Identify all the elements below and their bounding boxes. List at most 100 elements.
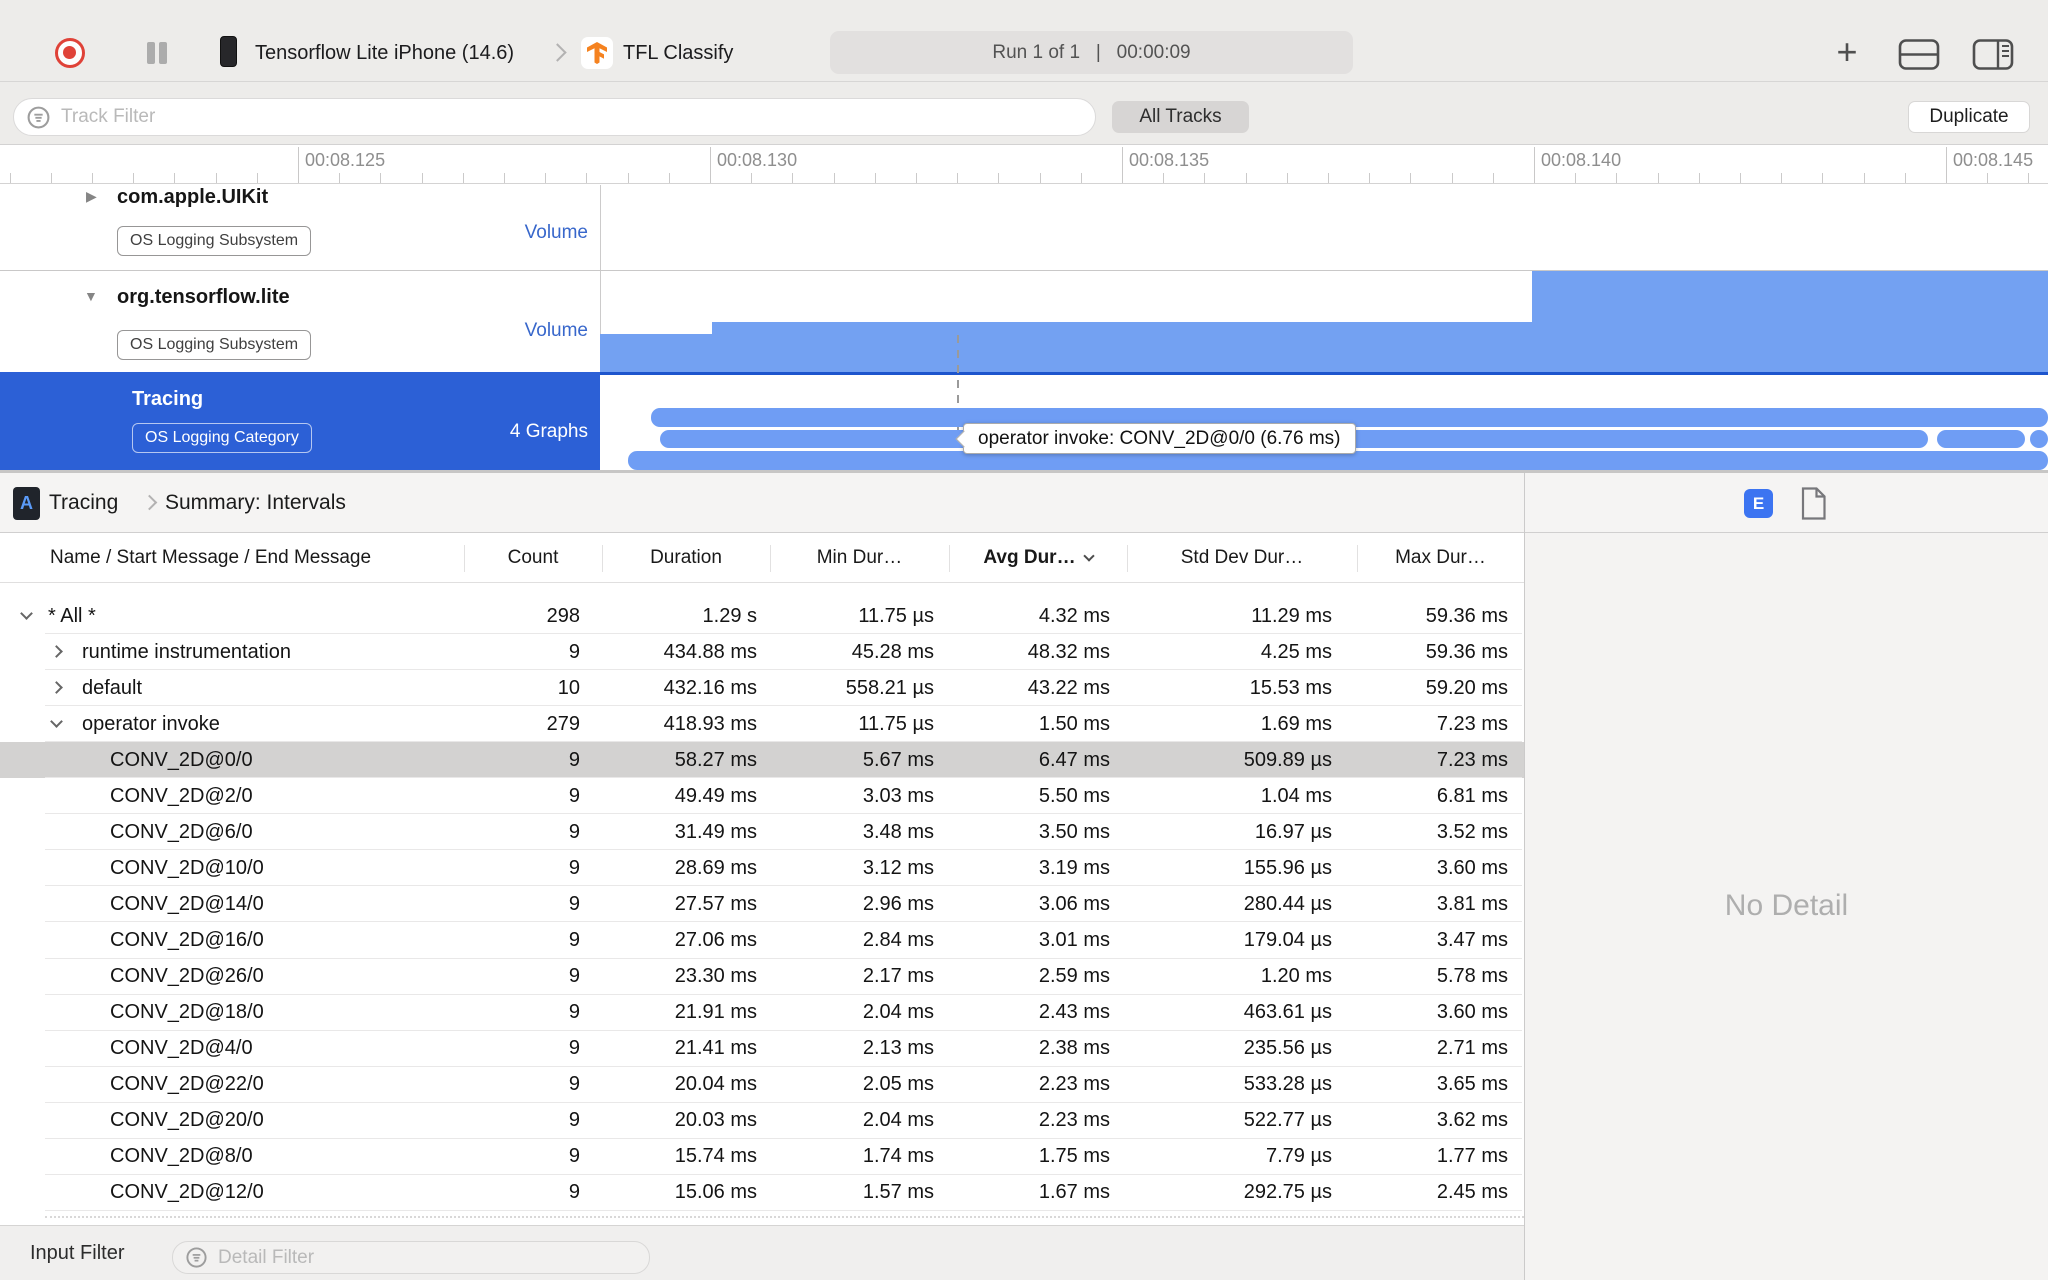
track-row-uikit[interactable]: ▶ com.apple.UIKit OS Logging Subsystem V… (0, 185, 2048, 270)
process-selector[interactable]: TFL Classify (623, 42, 733, 65)
table-row[interactable]: CONV_2D@6/0 9 31.49 ms 3.48 ms 3.50 ms 16.97 … (0, 814, 1524, 851)
input-filter-label[interactable]: Input Filter (30, 1242, 124, 1265)
volume-area-segment[interactable] (1532, 271, 2048, 372)
table-row[interactable]: CONV_2D@12/0 9 15.06 ms 1.57 ms 1.67 ms 292.7… (0, 1175, 1524, 1211)
table-row[interactable]: default 10 432.16 ms 558.21 µs 43.22 ms 15.53… (0, 670, 1524, 707)
row-duration-cell: 21.41 ms (674, 1037, 757, 1060)
timeline-ruler[interactable]: 00:08.125 00:08.130 00:08.135 00:08.140 00:0… (0, 144, 2048, 184)
disclosure-expanded-icon[interactable]: ▼ (84, 288, 98, 304)
table-row[interactable]: * All * 298 1.29 s 11.75 µs 4.32 ms 11.29 ms 5… (0, 598, 1524, 634)
toggle-right-pane-icon[interactable] (1970, 37, 2016, 71)
row-min-cell: 5.67 ms (862, 748, 934, 771)
track-badge: OS Logging Subsystem (117, 330, 312, 360)
table-row[interactable]: CONV_2D@8/0 9 15.74 ms 1.74 ms 1.75 ms 7.79 µ… (0, 1139, 1524, 1175)
column-header-avg[interactable]: Avg Dur… (949, 533, 1127, 583)
track-badge: OS Logging Category (132, 423, 312, 453)
volume-area-segment[interactable] (712, 322, 1532, 372)
pause-icon[interactable] (147, 42, 155, 64)
ruler-minor-tick (1286, 173, 1288, 183)
table-row[interactable]: CONV_2D@18/0 9 21.91 ms 2.04 ms 2.43 ms 463.6… (0, 995, 1524, 1031)
ruler-minor-tick (339, 173, 341, 183)
column-header-stddev[interactable]: Std Dev Dur… (1127, 533, 1357, 583)
row-avg-cell: 3.19 ms (1038, 856, 1110, 879)
table-row[interactable]: CONV_2D@0/0 9 58.27 ms 5.67 ms 6.47 ms 509.89… (0, 742, 1524, 779)
ruler-minor-tick (751, 173, 753, 183)
table-row[interactable]: CONV_2D@14/0 9 27.57 ms 2.96 ms 3.06 ms 280.4… (0, 886, 1524, 923)
row-min-cell: 1.57 ms (862, 1181, 934, 1204)
table-row[interactable]: CONV_2D@4/0 9 21.41 ms 2.13 ms 2.38 ms 235.56… (0, 1031, 1524, 1067)
playhead-line[interactable] (957, 335, 959, 470)
document-icon[interactable] (1800, 487, 1827, 525)
column-header-min[interactable]: Min Dur… (770, 533, 949, 583)
toggle-bottom-pane-icon[interactable] (1896, 37, 1942, 71)
disclosure-down-icon[interactable] (20, 607, 33, 620)
column-header-duration[interactable]: Duration (602, 533, 770, 583)
ruler-minor-tick (1616, 173, 1618, 183)
row-min-cell: 45.28 ms (851, 640, 934, 663)
disclosure-down-icon[interactable] (50, 715, 63, 729)
pause-icon[interactable] (159, 42, 167, 64)
column-header-count[interactable]: Count (464, 533, 602, 583)
row-std-cell: 235.56 µs (1243, 1037, 1332, 1060)
column-header-name[interactable]: Name / Start Message / End Message (50, 533, 371, 583)
table-row[interactable]: CONV_2D@20/0 9 20.03 ms 2.04 ms 2.23 ms 522.7… (0, 1103, 1524, 1139)
table-row[interactable]: CONV_2D@10/0 9 28.69 ms 3.12 ms 3.19 ms 155.9… (0, 850, 1524, 887)
row-avg-cell: 1.50 ms (1038, 712, 1110, 735)
trace-interval-bar[interactable] (2030, 430, 2048, 448)
add-instrument-button[interactable]: + (1828, 30, 1866, 74)
track-filter-placeholder: Track Filter (61, 106, 156, 127)
row-max-cell: 3.60 ms (1436, 856, 1508, 879)
breadcrumb-page[interactable]: Summary: Intervals (165, 491, 346, 515)
table-row[interactable]: CONV_2D@26/0 9 23.30 ms 2.17 ms 2.59 ms 1.20 … (0, 959, 1524, 995)
row-min-cell: 3.03 ms (862, 784, 934, 807)
detail-filter-input[interactable]: Detail Filter (172, 1241, 650, 1274)
row-count-cell: 9 (568, 640, 580, 663)
table-row[interactable]: runtime instrumentation 9 434.88 ms 45.28 m… (0, 634, 1524, 671)
track-title: com.apple.UIKit (117, 186, 269, 208)
row-max-cell: 2.71 ms (1436, 1037, 1508, 1060)
disclosure-right-icon[interactable] (50, 681, 63, 694)
run-status-pill[interactable]: Run 1 of 1 | 00:00:09 (830, 31, 1353, 74)
row-avg-cell: 2.23 ms (1038, 1073, 1110, 1096)
ruler-minor-tick (9, 173, 11, 183)
column-header-max[interactable]: Max Dur… (1357, 533, 1524, 583)
track-filter-input[interactable]: Track Filter (13, 98, 1096, 136)
table-row[interactable]: operator invoke 279 418.93 ms 11.75 µs 1.50 … (0, 706, 1524, 743)
row-avg-cell: 2.38 ms (1038, 1037, 1110, 1060)
row-std-cell: 1.04 ms (1260, 784, 1332, 807)
breadcrumb-root[interactable]: Tracing (49, 491, 118, 515)
table-row[interactable]: CONV_2D@16/0 9 27.06 ms 2.84 ms 3.01 ms 179.0… (0, 923, 1524, 959)
disclosure-right-icon[interactable] (50, 645, 63, 658)
disclosure-collapsed-icon[interactable]: ▶ (86, 188, 97, 205)
toolbar-divider (0, 81, 2048, 82)
row-duration-cell: 15.06 ms (674, 1181, 757, 1204)
table-row[interactable]: CONV_2D@2/0 9 49.49 ms 3.03 ms 5.50 ms 1.04 m… (0, 778, 1524, 815)
extended-detail-button[interactable]: E (1744, 489, 1773, 518)
row-max-cell: 2.45 ms (1436, 1181, 1508, 1204)
trace-interval-bar[interactable] (1937, 430, 2025, 448)
record-icon[interactable] (55, 38, 85, 68)
volume-area-segment[interactable] (600, 334, 712, 372)
ruler-minor-tick (1080, 173, 1082, 183)
row-std-cell: 509.89 µs (1243, 748, 1332, 771)
detail-panel-divider[interactable] (1524, 473, 1525, 1280)
ruler-minor-tick (668, 173, 670, 183)
iphone-icon (220, 36, 237, 67)
detail-filter-placeholder: Detail Filter (218, 1246, 315, 1268)
table-row[interactable]: CONV_2D@22/0 9 20.04 ms 2.05 ms 2.23 ms 533.2… (0, 1067, 1524, 1103)
duplicate-button[interactable]: Duplicate (1908, 101, 2030, 133)
row-name-cell: CONV_2D@4/0 (110, 1037, 253, 1060)
row-count-cell: 9 (568, 820, 580, 843)
device-selector[interactable]: Tensorflow Lite iPhone (14.6) (255, 42, 514, 65)
row-name-cell: runtime instrumentation (82, 640, 291, 663)
all-tracks-button[interactable]: All Tracks (1112, 101, 1249, 133)
row-count-cell: 298 (546, 604, 580, 627)
ruler-minor-tick (1204, 173, 1206, 183)
track-row-tracing[interactable]: Tracing OS Logging Category 4 Graphs (0, 372, 600, 470)
row-std-cell: 463.61 µs (1243, 1001, 1332, 1024)
row-avg-cell: 3.01 ms (1038, 929, 1110, 952)
row-name-cell: CONV_2D@14/0 (110, 892, 264, 915)
row-std-cell: 280.44 µs (1243, 892, 1332, 915)
row-count-cell: 9 (568, 929, 580, 952)
row-count-cell: 9 (568, 1037, 580, 1060)
